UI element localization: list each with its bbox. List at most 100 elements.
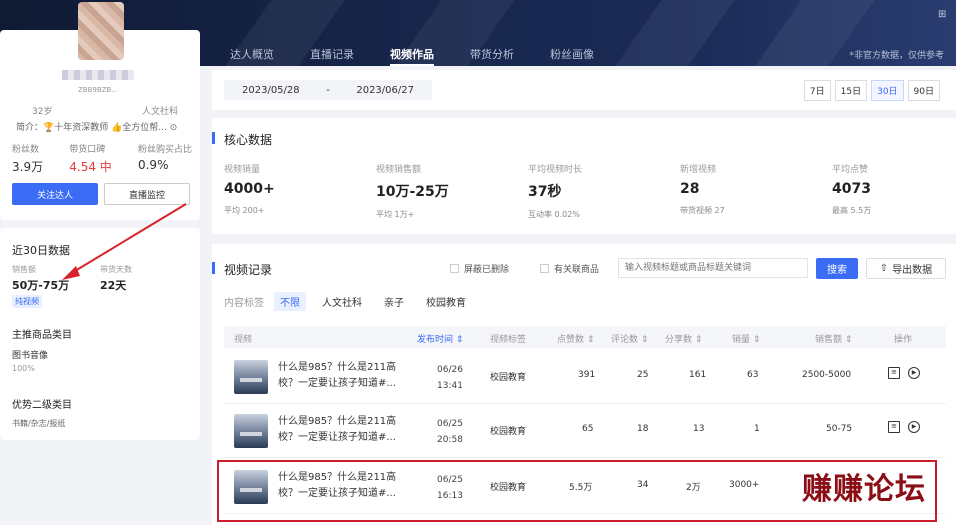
shares-count: 13 xyxy=(693,424,705,434)
stat-fan-purchase: 粉丝购买占比 0.9% xyxy=(137,145,192,172)
video-thumbnail[interactable] xyxy=(234,360,268,394)
tag-parenting[interactable]: 亲子 xyxy=(378,292,410,311)
tab-sales-analysis[interactable]: 带货分析 xyxy=(470,40,514,66)
profile-category: 人文社科 xyxy=(142,107,179,117)
tab-fan-profile[interactable]: 粉丝画像 xyxy=(550,40,594,66)
tag-label: 内容标签 xyxy=(224,298,264,309)
video-title[interactable]: 什么是985？什么是211高校？一定要让孩子知道#... xyxy=(278,360,408,392)
metric-video-revenue: 视频销售额 10万-25万 平均 1万+ xyxy=(376,165,449,219)
tab-overview[interactable]: 达人概览 xyxy=(230,40,274,66)
days-label: 带货天数 xyxy=(100,265,132,274)
sales-count: 1 xyxy=(754,424,760,434)
col-actions: 操作 xyxy=(894,335,913,345)
date-separator: - xyxy=(326,84,330,96)
last30-card: 近30日数据 销售额 带货天数 50万-75万 22天 纯视频 主推商品类目 图… xyxy=(0,228,200,440)
has-product-checkbox[interactable]: 有关联商品 xyxy=(540,262,599,275)
secondary-category-title: 优势二级类目 xyxy=(12,400,72,411)
tab-video-works[interactable]: 视频作品 xyxy=(390,40,434,66)
hide-deleted-checkbox[interactable]: 屏蔽已删除 xyxy=(450,262,509,275)
profile-card: ZBB9BZB... 32岁 人文社科 简介：🏆十年资深教师 👍全方位帮... … xyxy=(0,2,200,220)
last30-title: 近30日数据 xyxy=(12,244,70,257)
metric-avg-likes: 平均点赞 4073 最高 5.5万 xyxy=(832,165,872,215)
range-30d[interactable]: 30日 xyxy=(871,80,904,101)
video-records-title: 视频记录 xyxy=(212,261,272,278)
start-date: 2023/05/28 xyxy=(242,84,300,96)
table-header: 视频 发布时间 ⇕ 视频标签 点赞数 ⇕ 评论数 ⇕ 分享数 ⇕ 销量 ⇕ 销售… xyxy=(224,326,946,348)
core-data-card: 核心数据 视频销量 4000+ 平均 200+ 视频销售额 10万-25万 平均… xyxy=(212,118,956,234)
sales-count: 63 xyxy=(747,370,759,380)
col-video: 视频 xyxy=(234,335,253,345)
export-button[interactable]: ⇧ 导出数据 xyxy=(866,258,946,279)
revenue-range: 2500-5000 xyxy=(802,370,852,380)
sales-label: 销售额 xyxy=(12,265,36,274)
col-video-tag: 视频标签 xyxy=(490,335,527,345)
col-sales[interactable]: 销量 ⇕ xyxy=(732,332,760,345)
live-monitor-button[interactable]: 直播监控 xyxy=(104,183,190,205)
video-tag: 校园教育 xyxy=(490,427,527,437)
main-category: 图书音像 xyxy=(12,351,49,361)
tag-campus-education[interactable]: 校园教育 xyxy=(420,292,472,311)
likes-count: 65 xyxy=(582,424,594,434)
end-date: 2023/06/27 xyxy=(356,84,414,96)
forum-watermark: 赚赚论坛 xyxy=(802,472,926,507)
upload-icon: ⇧ xyxy=(879,263,889,274)
video-only-tag: 纯视频 xyxy=(12,295,42,308)
metric-video-sales: 视频销量 4000+ 平均 200+ xyxy=(224,165,275,215)
table-row: 什么是985？什么是211高校？一定要让孩子知道#... 06/26 13:41… xyxy=(224,350,946,404)
shares-count: 161 xyxy=(689,370,707,380)
stat-reputation: 带货口碑 4.54 中 xyxy=(69,145,112,174)
grid-icon[interactable]: ⊞ xyxy=(938,10,948,20)
publish-time: 06/26 13:41 xyxy=(437,365,463,391)
stat-fans: 粉丝数 3.9万 xyxy=(12,145,44,174)
detail-icon[interactable]: ≡ xyxy=(888,421,900,433)
secondary-category: 书籍/杂志/报纸 xyxy=(12,419,66,428)
profile-age: 32岁 xyxy=(32,107,53,117)
likes-count: 391 xyxy=(578,370,596,380)
main-category-title: 主推商品类目 xyxy=(12,330,72,341)
col-revenue[interactable]: 销售额 ⇕ xyxy=(815,332,852,345)
blurred-id: ZBB9BZB... xyxy=(78,86,118,94)
core-data-title: 核心数据 xyxy=(212,131,272,148)
metric-avg-duration: 平均视频时长 37秒 互动率 0.02% xyxy=(528,165,583,219)
play-icon[interactable]: ▶ xyxy=(908,421,920,433)
range-7d[interactable]: 7日 xyxy=(803,80,831,101)
publish-time: 06/25 20:58 xyxy=(437,419,463,445)
search-button[interactable]: 搜索 xyxy=(816,258,858,279)
video-thumbnail[interactable] xyxy=(234,414,268,448)
revenue-range: 50-75 xyxy=(826,424,853,434)
avatar xyxy=(78,2,124,60)
tab-live-records[interactable]: 直播记录 xyxy=(310,40,354,66)
detail-icon[interactable]: ≡ xyxy=(888,367,900,379)
days-value: 22天 xyxy=(100,279,127,292)
date-range-bar: 2023/05/28 - 2023/06/27 7日 15日 30日 90日 xyxy=(212,70,956,110)
date-range-picker[interactable]: 2023/05/28 - 2023/06/27 xyxy=(224,80,432,100)
table-row: 什么是985？什么是211高校？一定要让孩子知道#... 06/25 20:58… xyxy=(224,404,946,458)
blurred-name xyxy=(62,70,134,80)
unofficial-note: *非官方数据，仅供参考 xyxy=(849,51,944,61)
video-tag: 校园教育 xyxy=(490,373,527,383)
range-buttons: 7日 15日 30日 90日 xyxy=(803,80,940,101)
range-90d[interactable]: 90日 xyxy=(907,80,940,101)
search-input[interactable] xyxy=(618,258,808,278)
content-tags: 内容标签 不限 人文社科 亲子 校园教育 xyxy=(224,292,472,311)
checkbox-box[interactable] xyxy=(450,264,459,273)
comments-count: 18 xyxy=(637,424,649,434)
col-comments[interactable]: 评论数 ⇕ xyxy=(611,332,648,345)
main-nav: 达人概览 直播记录 视频作品 带货分析 粉丝画像 xyxy=(230,40,630,66)
follow-button[interactable]: 关注达人 xyxy=(12,183,98,205)
metric-new-videos: 新增视频 28 带货视频 27 xyxy=(680,165,725,215)
tag-all[interactable]: 不限 xyxy=(274,292,306,311)
sales-value: 50万-75万 xyxy=(12,279,70,292)
profile-stats: 粉丝数 3.9万 带货口碑 4.54 中 粉丝购买占比 0.9% xyxy=(12,142,192,175)
comments-count: 25 xyxy=(637,370,649,380)
main-category-pct: 100% xyxy=(12,364,35,373)
range-15d[interactable]: 15日 xyxy=(834,80,868,101)
profile-intro[interactable]: 简介：🏆十年资深教师 👍全方位帮... ⊙ xyxy=(16,120,177,133)
tag-humanities[interactable]: 人文社科 xyxy=(316,292,368,311)
play-icon[interactable]: ▶ xyxy=(908,367,920,379)
video-title[interactable]: 什么是985？什么是211高校？一定要让孩子知道#... xyxy=(278,414,408,446)
checkbox-box[interactable] xyxy=(540,264,549,273)
col-publish-time[interactable]: 发布时间 ⇕ xyxy=(417,332,463,345)
col-shares[interactable]: 分享数 ⇕ xyxy=(665,332,702,345)
col-likes[interactable]: 点赞数 ⇕ xyxy=(557,332,594,345)
